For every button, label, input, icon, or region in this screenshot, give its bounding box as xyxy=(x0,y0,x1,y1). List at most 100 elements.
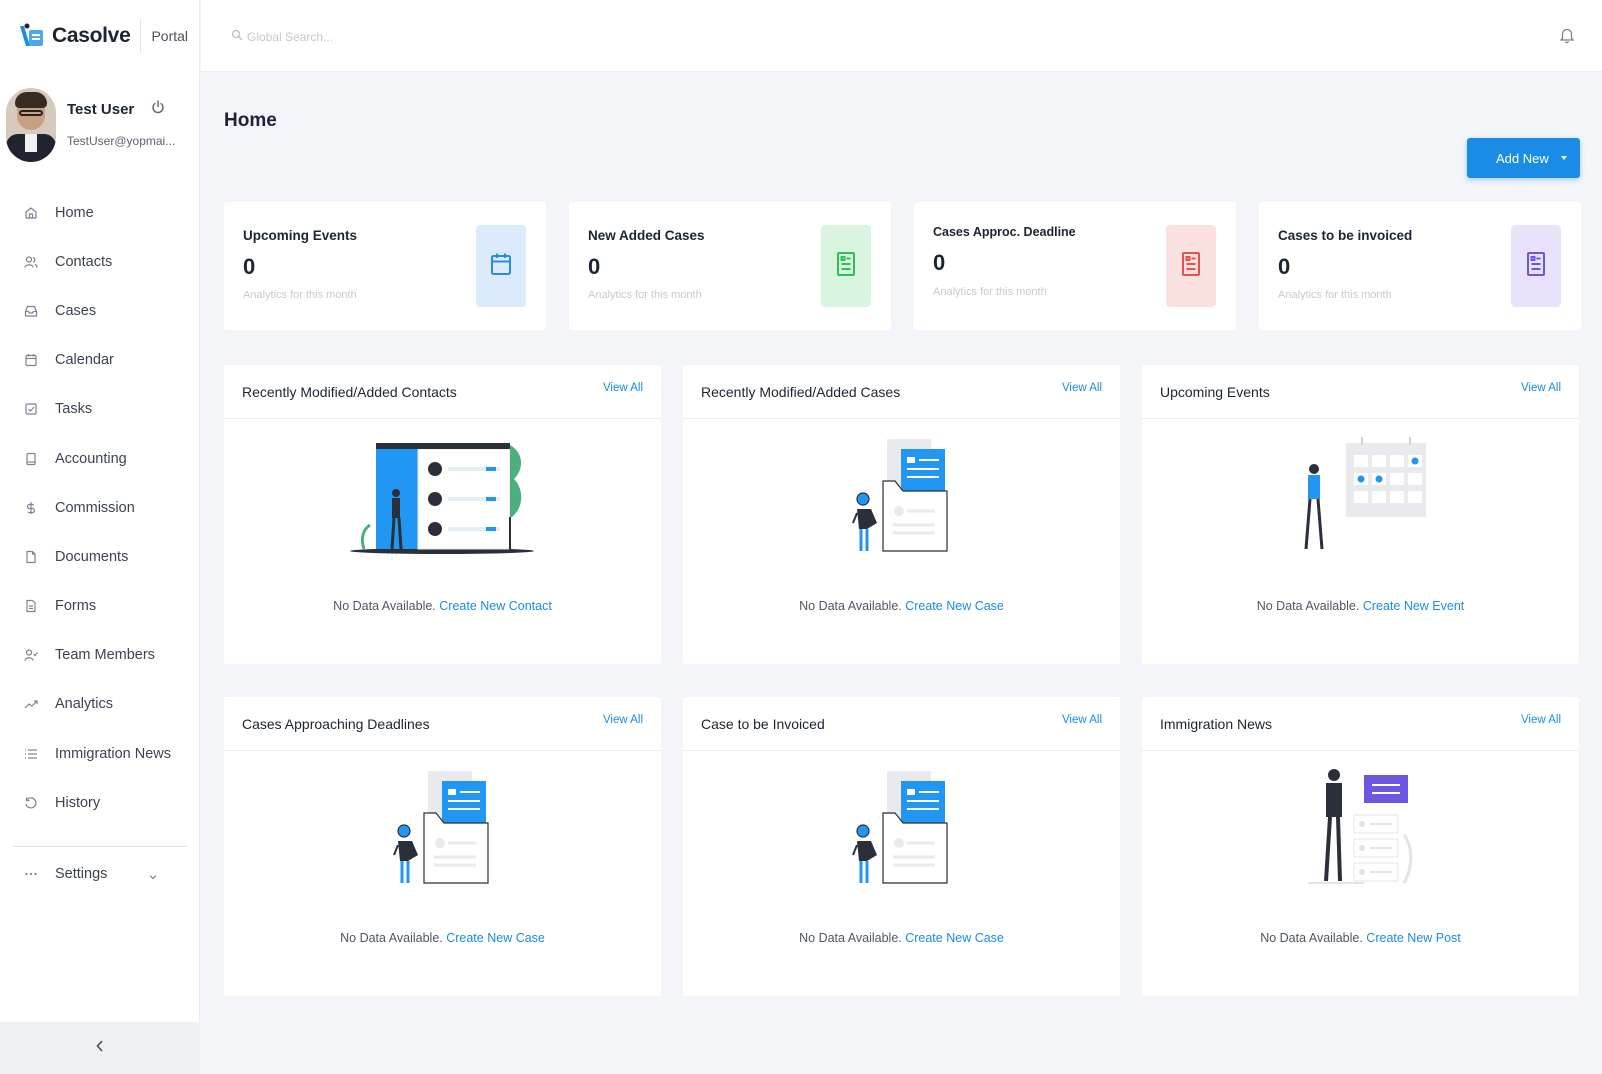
sidebar-item-label: Team Members xyxy=(55,647,155,664)
panel-header: Upcoming Events View All xyxy=(1142,365,1579,419)
sidebar-nav: Home Contacts Cases Calendar Tasks Accou… xyxy=(0,188,200,827)
empty-text: No Data Available. xyxy=(799,599,906,613)
topbar xyxy=(201,0,1602,72)
home-icon xyxy=(24,206,38,220)
panel-recent-contacts: Recently Modified/Added Contacts View Al… xyxy=(224,365,661,664)
sidebar-item-settings[interactable]: Settings xyxy=(0,851,200,897)
empty-text: No Data Available. xyxy=(1256,599,1363,613)
calendar-icon xyxy=(490,252,512,281)
dots-icon xyxy=(24,867,38,881)
sidebar-item-label: Home xyxy=(55,204,94,221)
sidebar-item-commission[interactable]: Commission xyxy=(0,483,200,532)
view-all-link[interactable]: View All xyxy=(1521,382,1561,394)
sidebar-item-label: Analytics xyxy=(55,696,114,713)
bell-icon[interactable] xyxy=(1558,26,1576,44)
sidebar-item-home[interactable]: Home xyxy=(0,188,200,237)
create-new-case-link[interactable]: Create New Case xyxy=(905,931,1004,945)
stat-card-upcoming-events[interactable]: Upcoming Events 0 Analytics for this mon… xyxy=(224,202,546,330)
page-title: Home xyxy=(224,110,277,131)
create-new-event-link[interactable]: Create New Event xyxy=(1363,599,1464,613)
sidebar-item-contacts[interactable]: Contacts xyxy=(0,237,200,286)
chevron-down-icon xyxy=(148,869,158,880)
sidebar-item-history[interactable]: History xyxy=(0,778,200,827)
view-all-link[interactable]: View All xyxy=(1062,382,1102,394)
sidebar-item-forms[interactable]: Forms xyxy=(0,582,200,631)
empty-state: No Data Available. Create New Post xyxy=(1142,931,1579,945)
sidebar-item-label: Documents xyxy=(55,548,129,565)
book-icon xyxy=(24,452,38,466)
sidebar-item-team-members[interactable]: Team Members xyxy=(0,631,200,680)
stat-value: 0 xyxy=(243,254,256,279)
stat-subtitle: Analytics for this month xyxy=(1278,289,1392,301)
sidebar-collapse-button[interactable] xyxy=(0,1022,200,1074)
sidebar-item-documents[interactable]: Documents xyxy=(0,532,200,581)
stat-tile xyxy=(821,225,871,307)
user-email: TestUser@yopmai... xyxy=(67,134,176,148)
stat-tile xyxy=(476,225,526,307)
sidebar-item-calendar[interactable]: Calendar xyxy=(0,336,200,385)
sidebar-item-immigration-news[interactable]: Immigration News xyxy=(0,729,200,778)
document-icon xyxy=(836,251,856,282)
add-new-button[interactable]: Add New xyxy=(1467,138,1580,178)
caret-down-icon[interactable] xyxy=(1561,156,1567,160)
panel-recent-cases: Recently Modified/Added Cases View All N… xyxy=(683,365,1120,664)
sidebar-item-label: Commission xyxy=(55,499,135,516)
empty-text: No Data Available. xyxy=(340,931,447,945)
stat-title: New Added Cases xyxy=(588,228,705,243)
stat-subtitle: Analytics for this month xyxy=(588,289,702,301)
empty-state: No Data Available. Create New Contact xyxy=(224,599,661,613)
create-new-case-link[interactable]: Create New Case xyxy=(905,599,1004,613)
view-all-link[interactable]: View All xyxy=(603,714,643,726)
avatar[interactable] xyxy=(6,88,56,162)
brand[interactable]: Casolve Portal xyxy=(18,16,188,56)
empty-state: No Data Available. Create New Case xyxy=(683,599,1120,613)
stat-value: 0 xyxy=(588,254,601,279)
panel-title: Immigration News xyxy=(1160,716,1273,732)
casolve-logo-icon xyxy=(18,22,46,50)
search-icon xyxy=(231,28,243,46)
stat-title: Cases Approc. Deadline xyxy=(933,225,1076,239)
panel-title: Case to be Invoiced xyxy=(701,716,825,732)
stat-subtitle: Analytics for this month xyxy=(933,286,1047,298)
brand-portal-label: Portal xyxy=(151,28,189,44)
stat-tile xyxy=(1511,225,1561,307)
list-icon xyxy=(24,747,38,761)
view-all-link[interactable]: View All xyxy=(1521,714,1561,726)
events-illustration xyxy=(1142,433,1579,563)
document-icon xyxy=(1526,251,1546,282)
sidebar-item-tasks[interactable]: Tasks xyxy=(0,385,200,434)
add-new-label: Add New xyxy=(1496,150,1549,166)
document-icon xyxy=(1181,251,1201,282)
sidebar: Casolve Portal Test User TestUser@yopmai… xyxy=(0,0,200,1074)
create-new-post-link[interactable]: Create New Post xyxy=(1366,931,1460,945)
panel-title: Cases Approaching Deadlines xyxy=(242,716,430,732)
panel-title: Upcoming Events xyxy=(1160,384,1270,400)
sidebar-item-label: Accounting xyxy=(55,450,127,467)
sidebar-item-cases[interactable]: Cases xyxy=(0,286,200,335)
power-icon[interactable] xyxy=(151,100,165,114)
sidebar-item-label: Tasks xyxy=(55,401,93,418)
sidebar-item-analytics[interactable]: Analytics xyxy=(0,680,200,729)
view-all-link[interactable]: View All xyxy=(1062,714,1102,726)
empty-text: No Data Available. xyxy=(799,931,906,945)
chevron-left-icon xyxy=(95,1039,105,1058)
stat-card-cases-to-be-invoiced[interactable]: Cases to be invoiced 0 Analytics for thi… xyxy=(1259,202,1581,330)
sidebar-item-accounting[interactable]: Accounting xyxy=(0,434,200,483)
view-all-link[interactable]: View All xyxy=(603,382,643,394)
stat-card-new-added-cases[interactable]: New Added Cases 0 Analytics for this mon… xyxy=(569,202,891,330)
global-search[interactable] xyxy=(231,28,487,46)
search-input[interactable] xyxy=(247,30,487,44)
stat-card-cases-approc-deadline[interactable]: Cases Approc. Deadline 0 Analytics for t… xyxy=(914,202,1236,330)
panel-title: Recently Modified/Added Cases xyxy=(701,384,901,400)
create-new-contact-link[interactable]: Create New Contact xyxy=(439,599,552,613)
sidebar-item-label: Calendar xyxy=(55,352,114,369)
stat-tile xyxy=(1166,225,1216,307)
panel-case-to-be-invoiced: Case to be Invoiced View All No Data Ava… xyxy=(683,697,1120,996)
form-icon xyxy=(24,599,38,613)
history-icon xyxy=(24,796,38,810)
cases-illustration xyxy=(683,433,1120,563)
panel-header: Case to be Invoiced View All xyxy=(683,697,1120,751)
panel-title: Recently Modified/Added Contacts xyxy=(242,384,457,400)
stat-value: 0 xyxy=(1278,254,1291,279)
create-new-case-link[interactable]: Create New Case xyxy=(446,931,545,945)
